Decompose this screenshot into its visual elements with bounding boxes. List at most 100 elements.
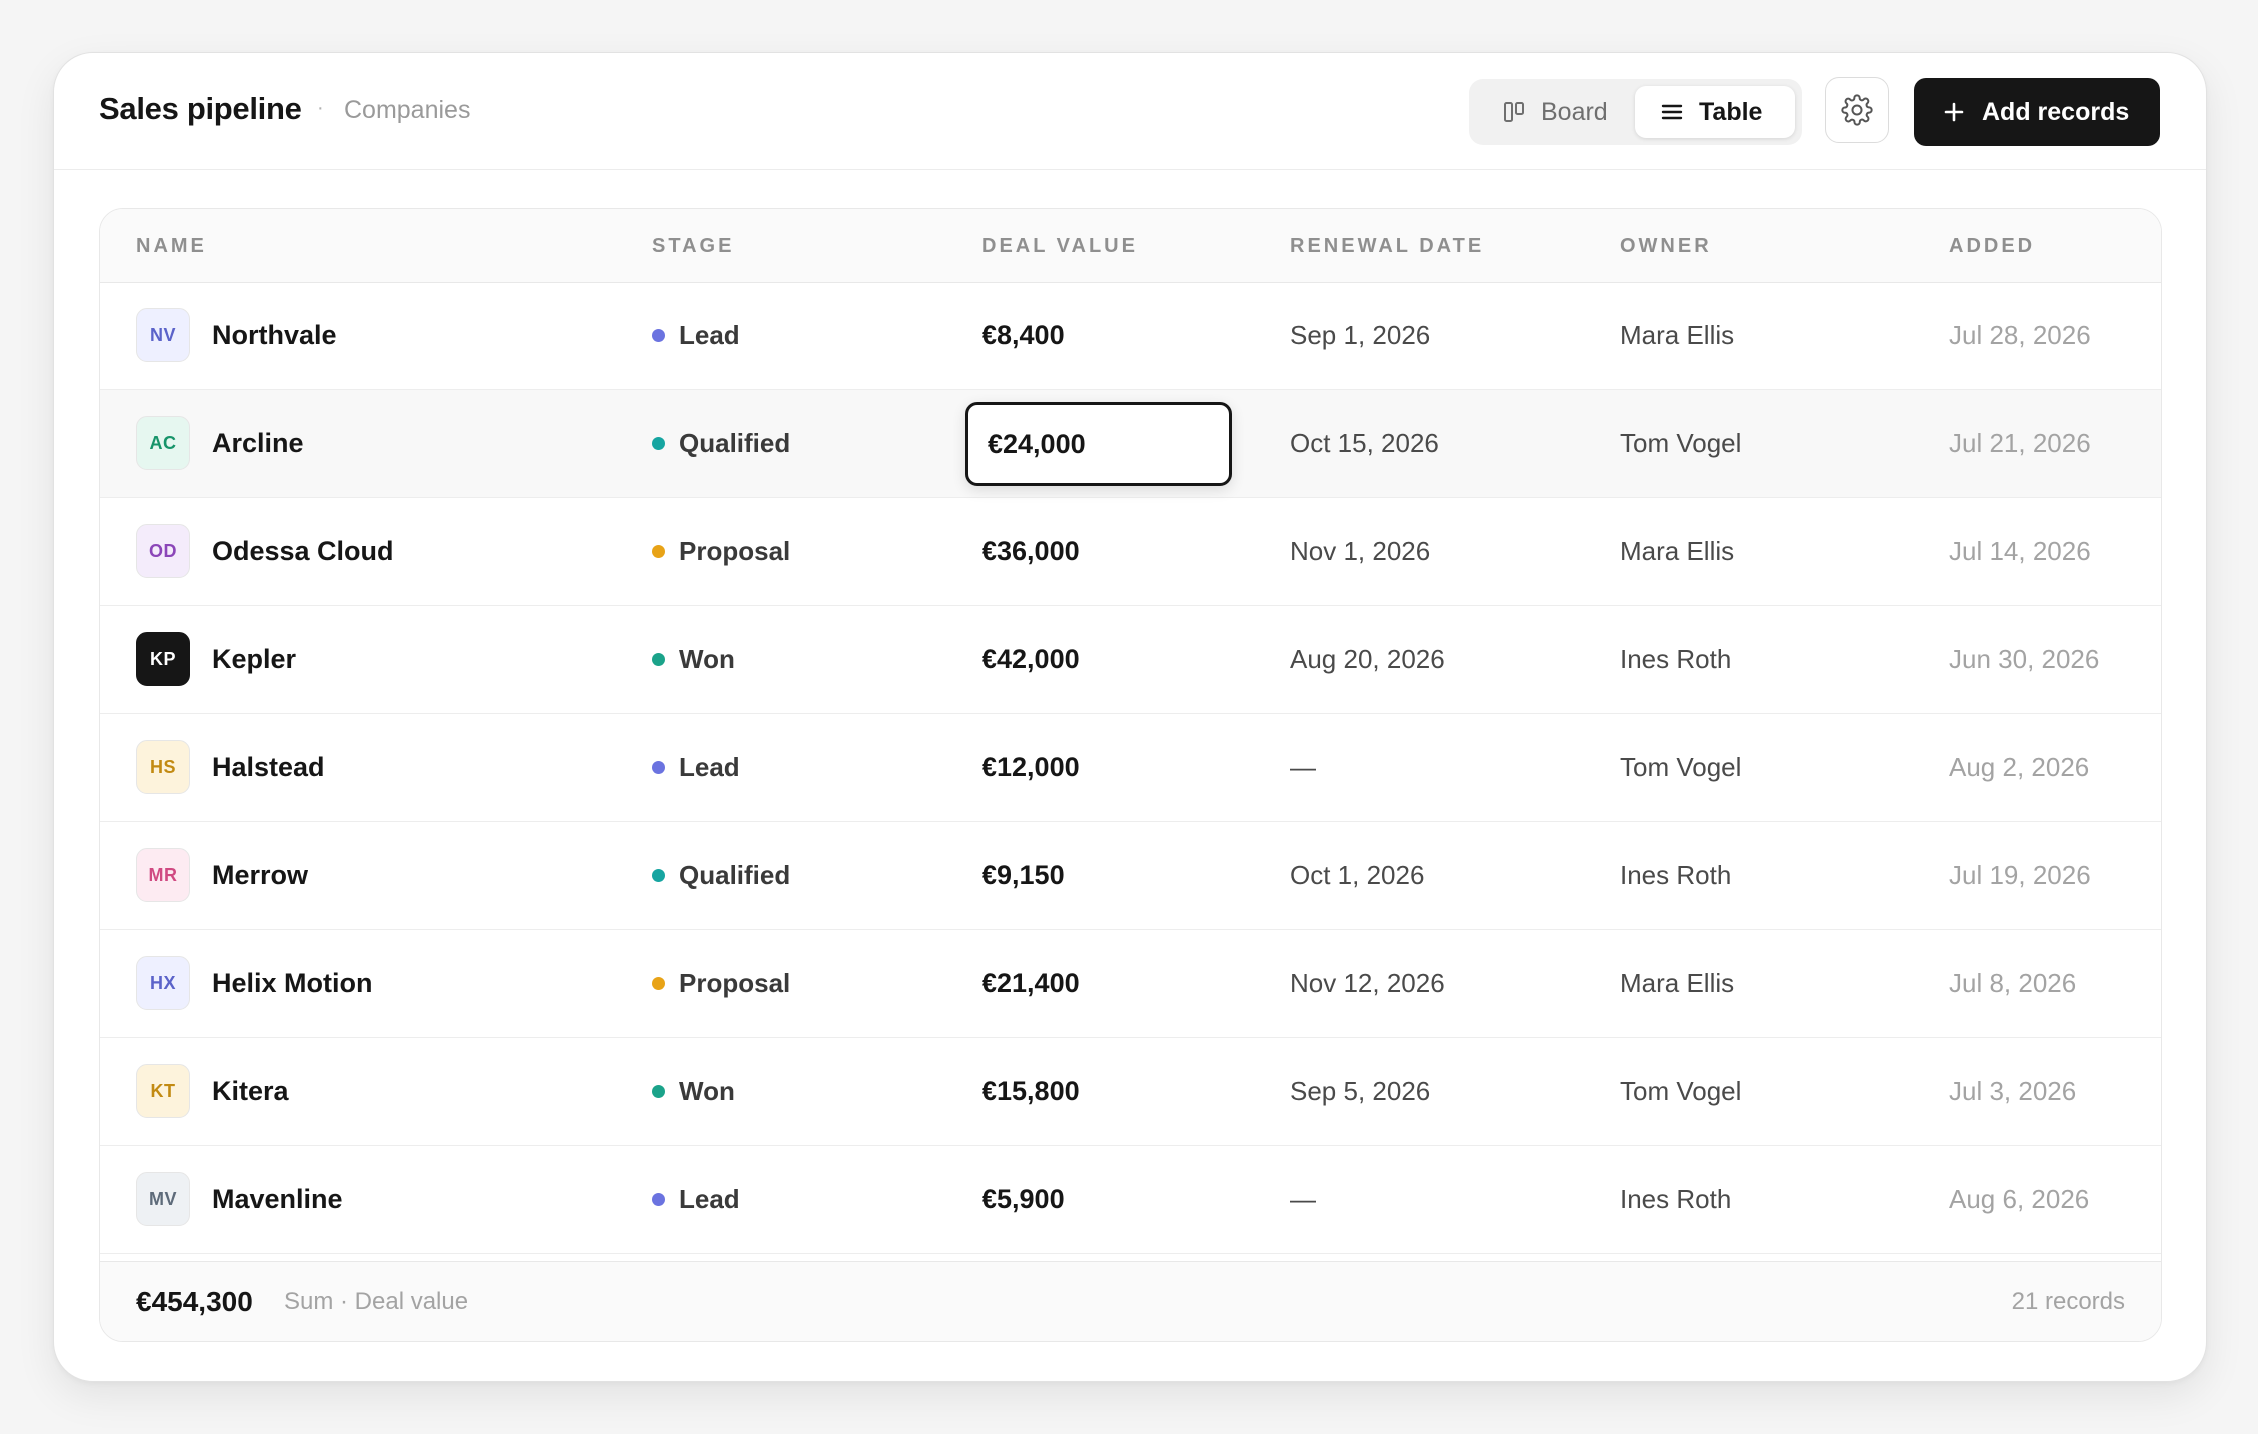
company-name[interactable]: Kepler: [212, 644, 296, 675]
sum-value: €454,300: [136, 1286, 253, 1317]
column-header-name[interactable]: NAME: [136, 235, 207, 258]
renewal-date-cell[interactable]: Sep 1, 2026: [1290, 320, 1430, 351]
stage-label: Qualified: [679, 428, 791, 458]
column-header-owner[interactable]: OWNER: [1620, 235, 1712, 258]
stage-dot-icon: [652, 869, 665, 882]
renewal-date-cell[interactable]: Oct 15, 2026: [1290, 428, 1439, 459]
added-date-cell: Jun 30, 2026: [1949, 644, 2100, 674]
stage-dot-icon: [652, 653, 665, 666]
stage-cell[interactable]: Proposal: [652, 536, 790, 567]
company-avatar: NV: [136, 308, 190, 362]
deal-value-cell[interactable]: €36,000: [982, 536, 1080, 567]
owner-cell[interactable]: Mara Ellis: [1620, 968, 1734, 999]
added-date-cell: Jul 21, 2026: [1949, 428, 2091, 458]
deal-value-cell[interactable]: €5,900: [982, 1184, 1065, 1215]
company-avatar: KP: [136, 632, 190, 686]
company-name[interactable]: Mavenline: [212, 1184, 343, 1215]
stage-cell[interactable]: Won: [652, 1076, 735, 1107]
stage-dot-icon: [652, 1085, 665, 1098]
column-header-renewal-date[interactable]: RENEWAL DATE: [1290, 235, 1484, 258]
added-date-cell: Jul 14, 2026: [1949, 536, 2091, 566]
renewal-date-cell[interactable]: —: [1290, 752, 1316, 783]
view-toggle: Board Table: [1469, 79, 1802, 145]
stage-dot-icon: [652, 545, 665, 558]
table-header: NAME STAGE DEAL VALUE RENEWAL DATE OWNER…: [100, 209, 2161, 283]
deal-value-cell[interactable]: €8,400: [982, 320, 1065, 351]
page-subtitle[interactable]: Companies: [344, 96, 470, 125]
deal-value-cell[interactable]: €15,800: [982, 1076, 1080, 1107]
deal-value-cell[interactable]: €9,150: [982, 860, 1065, 891]
company-name[interactable]: Arcline: [212, 428, 304, 459]
company-name[interactable]: Halstead: [212, 752, 325, 783]
table-view-label: Table: [1699, 97, 1763, 126]
stage-cell[interactable]: Won: [652, 644, 735, 675]
added-date-cell: Jul 28, 2026: [1949, 320, 2091, 350]
table-view-button[interactable]: Table: [1635, 86, 1795, 138]
avatar-initials: NV: [149, 324, 176, 345]
company-name[interactable]: Northvale: [212, 320, 337, 351]
column-header-deal-value[interactable]: DEAL VALUE: [982, 235, 1138, 258]
add-records-label: Add records: [1982, 97, 2130, 126]
table-footer: €454,300 Sum · Deal value 21 records: [100, 1261, 2161, 1341]
stage-label: Qualified: [679, 860, 791, 890]
stage-label: Won: [679, 1076, 735, 1106]
table-row[interactable]: MV Mavenline Lead €5,900 — Ines Roth Aug…: [100, 1146, 2161, 1254]
records-table: NAME STAGE DEAL VALUE RENEWAL DATE OWNER…: [99, 208, 2162, 1342]
owner-cell[interactable]: Ines Roth: [1620, 644, 1731, 675]
table-row[interactable]: AC Arcline Qualified Oct 15, 2026 Tom Vo…: [100, 390, 2161, 498]
deal-value-cell[interactable]: €21,400: [982, 968, 1080, 999]
company-name[interactable]: Merrow: [212, 860, 308, 891]
table-row[interactable]: NV Northvale Lead €8,400 Sep 1, 2026 Mar…: [100, 282, 2161, 390]
company-name[interactable]: Helix Motion: [212, 968, 373, 999]
added-date-cell: Jul 8, 2026: [1949, 968, 2077, 998]
renewal-date-cell[interactable]: Sep 5, 2026: [1290, 1076, 1430, 1107]
deal-value-input[interactable]: [965, 402, 1232, 486]
owner-cell[interactable]: Tom Vogel: [1620, 752, 1741, 783]
table-row[interactable]: HS Halstead Lead €12,000 — Tom Vogel Aug…: [100, 714, 2161, 822]
company-avatar: HS: [136, 740, 190, 794]
renewal-date-cell[interactable]: Nov 12, 2026: [1290, 968, 1445, 999]
column-header-stage[interactable]: STAGE: [652, 235, 734, 258]
table-row[interactable]: MR Merrow Qualified €9,150 Oct 1, 2026 I…: [100, 822, 2161, 930]
stage-cell[interactable]: Lead: [652, 320, 740, 351]
owner-cell[interactable]: Mara Ellis: [1620, 536, 1734, 567]
stage-cell[interactable]: Qualified: [652, 428, 790, 459]
table-row[interactable]: KT Kitera Won €15,800 Sep 5, 2026 Tom Vo…: [100, 1038, 2161, 1146]
renewal-date-cell[interactable]: Oct 1, 2026: [1290, 860, 1424, 891]
owner-cell[interactable]: Ines Roth: [1620, 860, 1731, 891]
board-view-button[interactable]: Board: [1477, 86, 1629, 138]
stage-label: Proposal: [679, 536, 791, 566]
stage-cell[interactable]: Lead: [652, 1184, 740, 1215]
renewal-date-cell[interactable]: —: [1290, 1184, 1316, 1215]
company-name[interactable]: Kitera: [212, 1076, 289, 1107]
stage-cell[interactable]: Lead: [652, 752, 740, 783]
owner-cell[interactable]: Ines Roth: [1620, 1184, 1731, 1215]
stage-dot-icon: [652, 977, 665, 990]
board-view-label: Board: [1541, 97, 1608, 126]
renewal-date-cell[interactable]: Aug 20, 2026: [1290, 644, 1445, 675]
owner-cell[interactable]: Tom Vogel: [1620, 1076, 1741, 1107]
avatar-initials: MR: [148, 864, 178, 885]
title-separator: ·: [317, 97, 324, 119]
settings-button[interactable]: [1825, 77, 1889, 143]
add-records-button[interactable]: Add records: [1914, 78, 2160, 146]
plus-icon: [1944, 102, 1964, 122]
company-name[interactable]: Odessa Cloud: [212, 536, 394, 567]
owner-cell[interactable]: Mara Ellis: [1620, 320, 1734, 351]
stage-cell[interactable]: Proposal: [652, 968, 790, 999]
avatar-initials: HS: [149, 756, 176, 777]
sum-label[interactable]: Sum · Deal value: [284, 1288, 468, 1316]
table-row[interactable]: OD Odessa Cloud Proposal €36,000 Nov 1, …: [100, 498, 2161, 606]
table-row[interactable]: HX Helix Motion Proposal €21,400 Nov 12,…: [100, 930, 2161, 1038]
stage-label: Lead: [679, 320, 740, 350]
column-header-added[interactable]: ADDED: [1949, 235, 2035, 258]
list-icon: [1661, 104, 1683, 120]
renewal-date-cell[interactable]: Nov 1, 2026: [1290, 536, 1430, 567]
table-row[interactable]: KP Kepler Won €42,000 Aug 20, 2026 Ines …: [100, 606, 2161, 714]
avatar-initials: HX: [149, 972, 176, 993]
deal-value-cell[interactable]: €12,000: [982, 752, 1080, 783]
stage-cell[interactable]: Qualified: [652, 860, 790, 891]
company-avatar: OD: [136, 524, 190, 578]
deal-value-cell[interactable]: €42,000: [982, 644, 1080, 675]
owner-cell[interactable]: Tom Vogel: [1620, 428, 1741, 459]
